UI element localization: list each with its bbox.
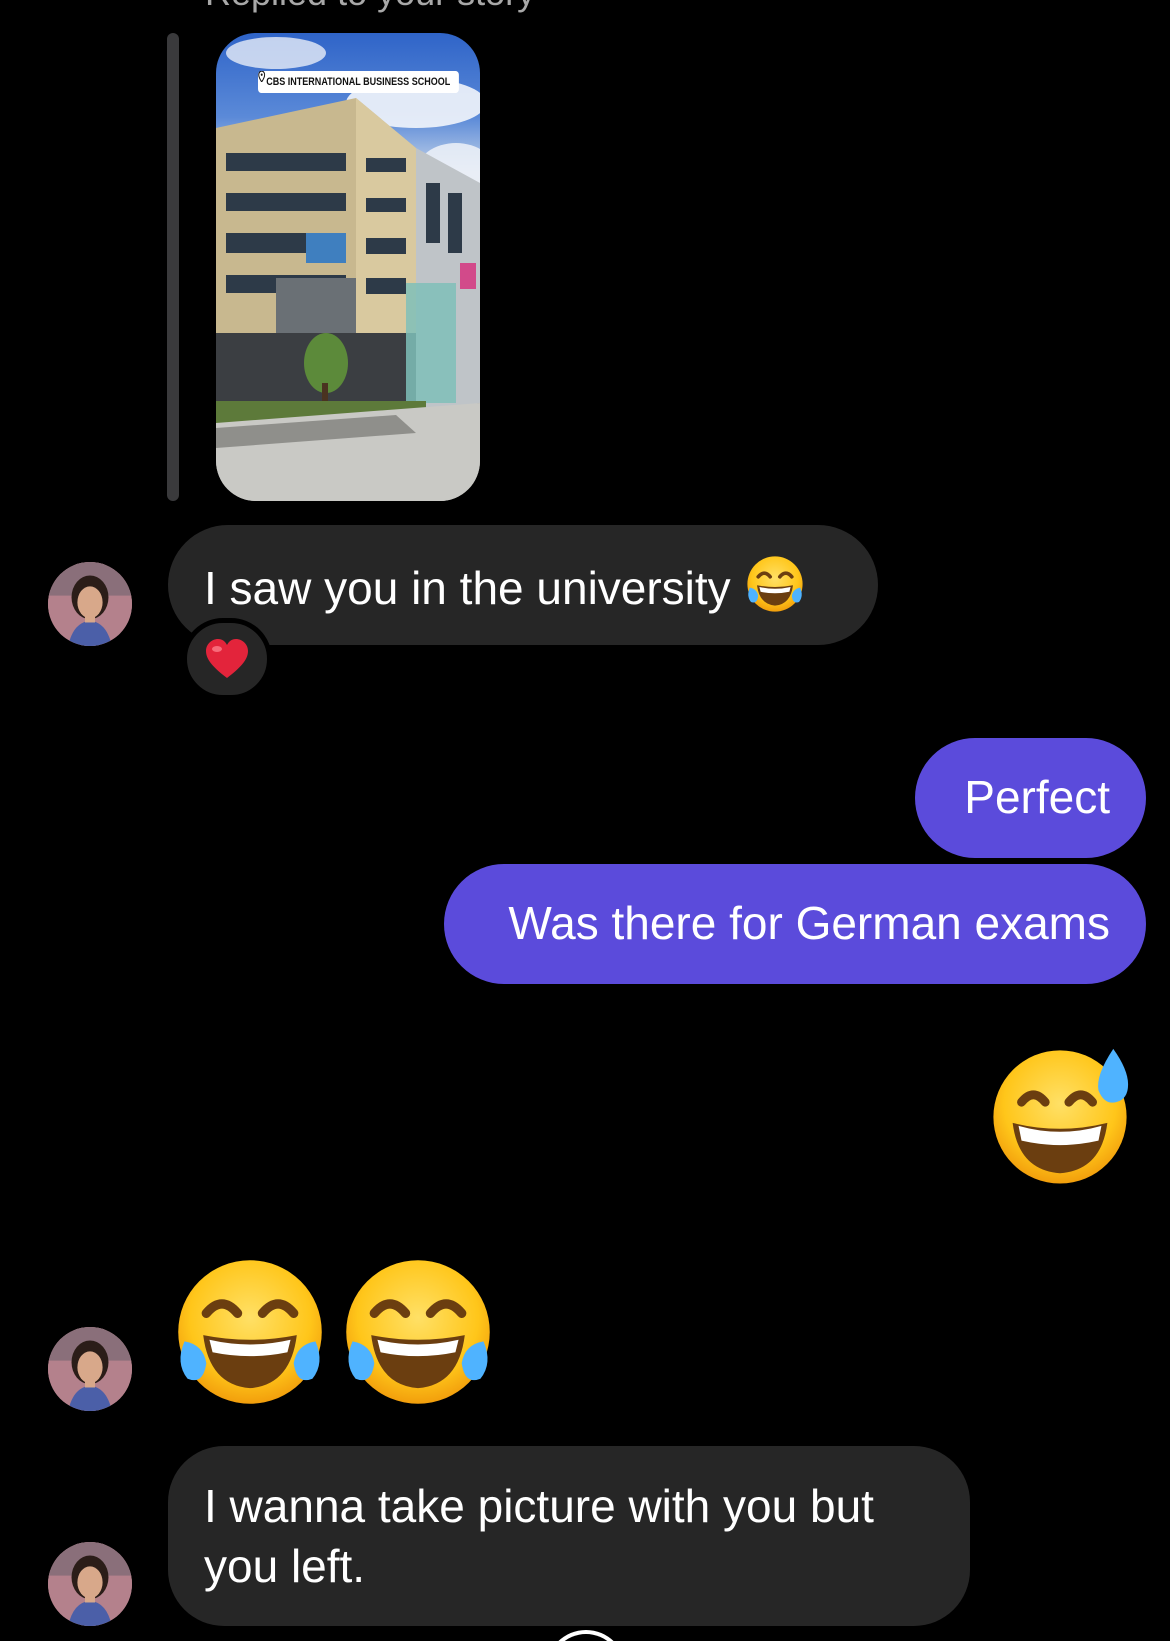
message-bubble[interactable]: I saw you in the university [168, 525, 878, 645]
message-bubble[interactable]: Perfect [915, 738, 1146, 858]
message-text: I saw you in the university [204, 562, 731, 614]
message-bubble[interactable]: I wanna take picture with you but you le… [168, 1446, 970, 1626]
face-with-tears-of-joy-icon [745, 554, 805, 614]
loading-indicator [546, 1630, 626, 1641]
building-photo [216, 37, 480, 501]
profile-photo [48, 562, 132, 646]
message-text: I wanna take picture with you but you le… [204, 1480, 874, 1592]
avatar[interactable] [48, 562, 132, 646]
reaction-badge[interactable] [182, 618, 272, 700]
location-label: CBS INTERNATIONAL BUSINESS SCHOOL [266, 76, 451, 88]
story-reply-caption: Replied to your story [205, 0, 535, 14]
chat-thread: Replied to your story [0, 0, 1170, 1641]
grinning-face-with-sweat-icon[interactable] [986, 1040, 1134, 1188]
story-reply-indicator [167, 33, 179, 501]
red-heart-icon [206, 639, 248, 678]
message-bubble[interactable]: Was there for German exams [444, 864, 1146, 984]
face-with-tears-of-joy-icon[interactable] [340, 1254, 496, 1410]
profile-photo [48, 1542, 132, 1626]
story-thumbnail[interactable]: CBS INTERNATIONAL BUSINESS SCHOOL [216, 33, 480, 501]
location-sticker[interactable]: CBS INTERNATIONAL BUSINESS SCHOOL [258, 71, 459, 93]
face-with-tears-of-joy-icon[interactable] [172, 1254, 328, 1410]
avatar[interactable] [48, 1542, 132, 1626]
message-text: Was there for German exams [508, 897, 1110, 949]
profile-photo [48, 1327, 132, 1411]
avatar[interactable] [48, 1327, 132, 1411]
message-text: Perfect [964, 771, 1110, 823]
location-pin-icon [258, 71, 266, 82]
